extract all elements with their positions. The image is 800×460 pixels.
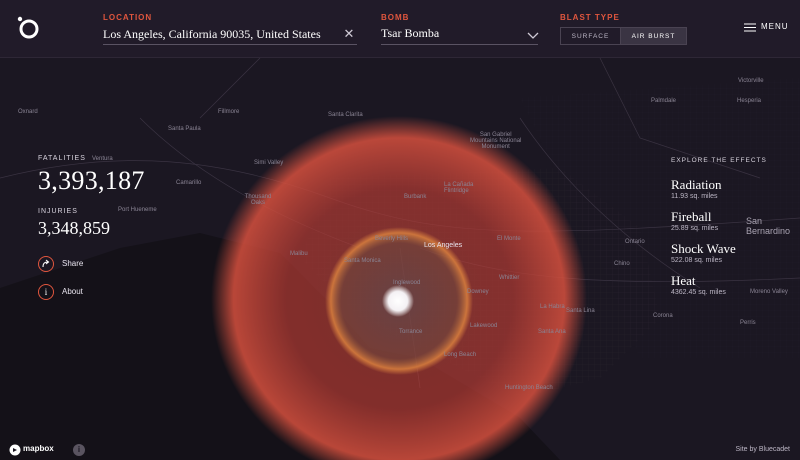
map-label-simi-valley: Simi Valley bbox=[254, 160, 284, 166]
map-label-whittier: Whittier bbox=[499, 275, 520, 281]
fatalities-value: 3,393,187 bbox=[38, 166, 145, 195]
effect-radiation[interactable]: Radiation 11.93 sq. miles bbox=[671, 177, 767, 201]
injuries-label: INJURIES bbox=[38, 208, 78, 215]
map-label-ontario: Ontario bbox=[625, 239, 645, 245]
casualty-stats: FATALITIES 3,393,187 INJURIES 3,348,859 bbox=[38, 155, 145, 239]
map-label-los-angeles: Los Angeles bbox=[424, 242, 463, 249]
map-label-santa-monica: Santa Monica bbox=[344, 258, 381, 264]
chevron-down-icon[interactable] bbox=[526, 31, 540, 41]
info-icon: i bbox=[38, 284, 54, 300]
injuries-value: 3,348,859 bbox=[38, 218, 110, 238]
bomb-select[interactable]: Tsar Bomba bbox=[381, 26, 439, 41]
map-label-downey: Downey bbox=[467, 289, 489, 295]
mapbox-wordmark: mapbox bbox=[23, 444, 54, 453]
effects-panel: EXPLORE THE EFFECTS Radiation 11.93 sq. … bbox=[671, 157, 767, 296]
map-label-long-beach: Long Beach bbox=[444, 352, 477, 358]
fireball-radius bbox=[382, 285, 414, 317]
blast-type-air-burst[interactable]: AIR BURST bbox=[620, 27, 687, 45]
effect-name: Shock Wave bbox=[671, 241, 736, 256]
effect-area: 11.93 sq. miles bbox=[671, 193, 718, 200]
effect-heat[interactable]: Heat 4362.45 sq. miles bbox=[671, 273, 767, 297]
bomb-underline bbox=[381, 44, 538, 45]
share-label: Share bbox=[62, 259, 84, 268]
share-icon bbox=[38, 256, 54, 272]
mapbox-logo-icon bbox=[9, 444, 21, 456]
effects-title: EXPLORE THE EFFECTS bbox=[671, 157, 767, 164]
menu-button[interactable]: MENU bbox=[761, 22, 789, 34]
blast-type-label: BLAST TYPE bbox=[560, 13, 620, 22]
map-label-huntington-beach: Huntington Beach bbox=[505, 385, 553, 391]
map-label-palmdale: Palmdale bbox=[651, 98, 677, 104]
map-label-camarillo: Camarillo bbox=[176, 180, 202, 186]
map-label-santa-clarita: Santa Clarita bbox=[328, 112, 363, 118]
map-label-santa-ana: Santa Ana bbox=[538, 329, 566, 335]
location-input[interactable]: Los Angeles, California 90035, United St… bbox=[103, 27, 321, 42]
fatalities-label: FATALITIES bbox=[38, 155, 86, 162]
location-underline bbox=[103, 44, 357, 45]
effect-fireball[interactable]: Fireball 25.89 sq. miles bbox=[671, 209, 767, 233]
map-label-torrance: Torrance bbox=[399, 329, 423, 335]
about-label: About bbox=[62, 287, 83, 296]
effect-name: Fireball bbox=[671, 209, 712, 224]
site-credit[interactable]: Site by Bluecadet bbox=[736, 446, 790, 453]
map-label-malibu: Malibu bbox=[290, 251, 308, 257]
clear-location-icon[interactable]: ✕ bbox=[342, 28, 356, 42]
map-info-icon[interactable]: i bbox=[73, 444, 85, 456]
map-label-san-gabriel: San Gabriel Mountains National Monument bbox=[470, 132, 522, 150]
effect-area: 25.89 sq. miles bbox=[671, 225, 719, 232]
effect-name: Radiation bbox=[671, 177, 722, 192]
map-label-la-habra: La Habra bbox=[540, 304, 565, 310]
map-label-lakewood: Lakewood bbox=[470, 323, 498, 329]
logo-icon[interactable] bbox=[15, 14, 41, 40]
blast-type-surface[interactable]: SURFACE bbox=[560, 27, 621, 45]
map-label-inglewood: Inglewood bbox=[393, 280, 421, 286]
bomb-label: BOMB bbox=[381, 13, 410, 22]
map-label-victorville: Victorville bbox=[738, 78, 764, 84]
map-label-oxnard: Oxnard bbox=[18, 109, 38, 115]
effect-area: 4362.45 sq. miles bbox=[671, 289, 726, 296]
map-label-fillmore: Fillmore bbox=[218, 109, 240, 115]
location-label: LOCATION bbox=[103, 13, 153, 22]
effect-name: Heat bbox=[671, 273, 696, 288]
map-label-santa-paula: Santa Paula bbox=[168, 126, 201, 132]
top-bar: LOCATION Los Angeles, California 90035, … bbox=[0, 0, 800, 58]
map-label-perris: Perris bbox=[740, 320, 756, 326]
map-label-santa-lina: Santa Lina bbox=[566, 308, 595, 314]
menu-icon[interactable] bbox=[744, 23, 756, 32]
map-label-beverly-hills: Beverly Hills bbox=[375, 236, 409, 242]
map-label-la-canada: La Cañada Flintridge bbox=[444, 182, 474, 194]
map-label-thousand-oaks: Thousand Oaks bbox=[244, 194, 272, 206]
effect-shock-wave[interactable]: Shock Wave 522.08 sq. miles bbox=[671, 241, 767, 265]
map-label-hesperia: Hesperia bbox=[737, 98, 762, 104]
map-label-chino: Chino bbox=[614, 261, 630, 267]
map-label-corona: Corona bbox=[653, 313, 673, 319]
map-label-burbank: Burbank bbox=[404, 194, 427, 200]
map-label-el-monte: El Monte bbox=[497, 236, 521, 242]
effect-area: 522.08 sq. miles bbox=[671, 257, 722, 264]
